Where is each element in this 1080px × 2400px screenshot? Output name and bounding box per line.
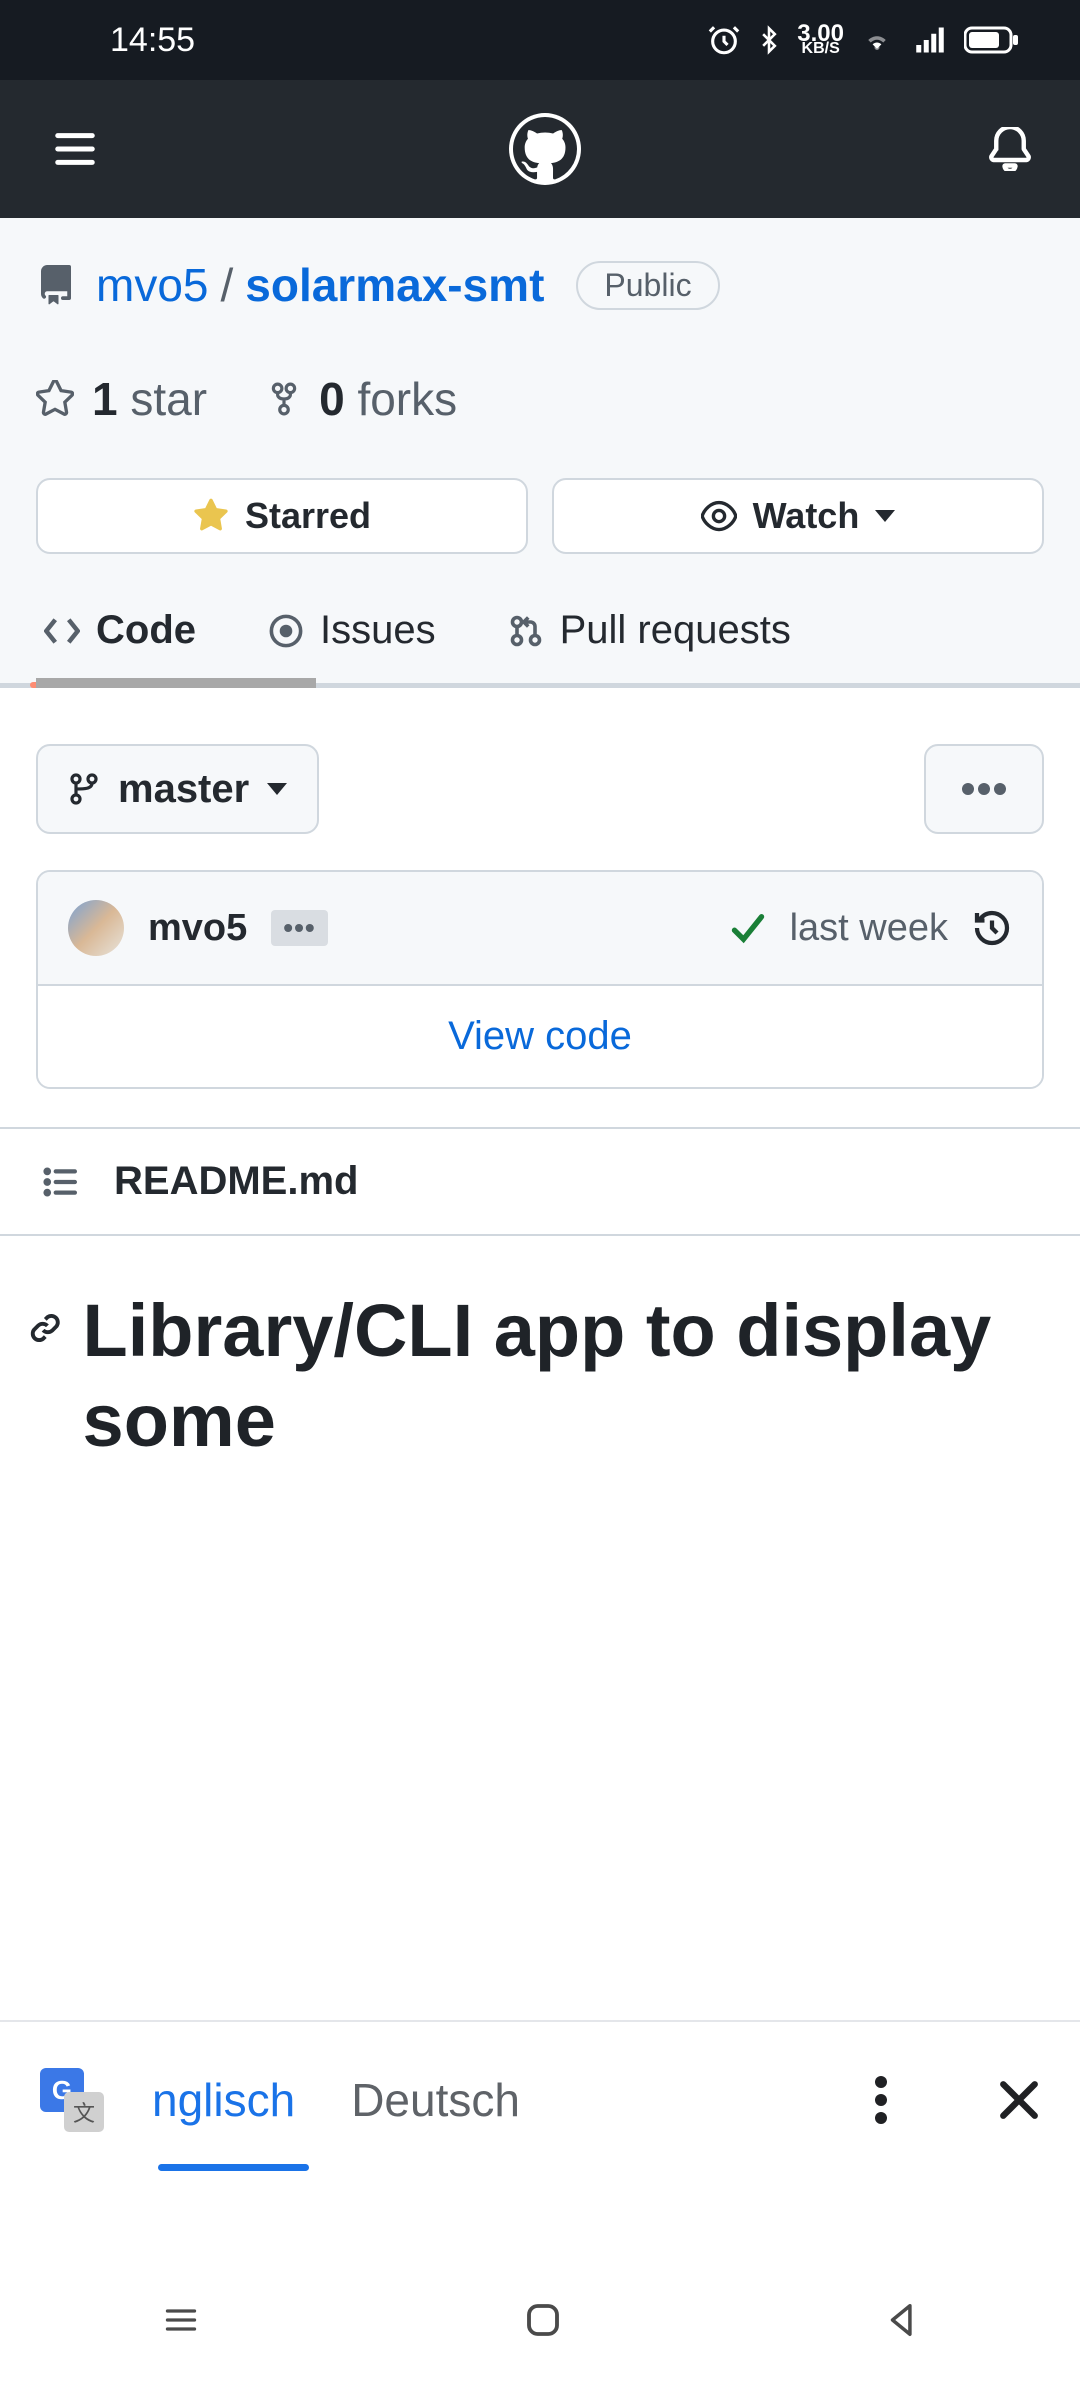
repo-name-link[interactable]: solarmax-smt: [245, 258, 544, 312]
android-recent-icon[interactable]: [159, 2302, 203, 2338]
translate-source-lang[interactable]: nglisch: [144, 2029, 303, 2171]
tab-issues[interactable]: Issues: [260, 598, 444, 663]
repo-title-row: mvo5 / solarmax-smt Public: [36, 258, 1044, 312]
fork-icon: [267, 380, 301, 418]
translate-target-lang[interactable]: Deutsch: [343, 2029, 528, 2171]
code-icon: [44, 613, 80, 649]
eye-icon: [701, 498, 737, 534]
star-outline-icon: [36, 380, 74, 418]
readme-filename: README.md: [114, 1159, 358, 1204]
translate-close-icon[interactable]: [998, 2079, 1040, 2121]
visibility-badge: Public: [576, 261, 719, 310]
branch-name: master: [118, 767, 249, 812]
check-icon[interactable]: [730, 910, 766, 946]
history-icon[interactable]: [972, 908, 1012, 948]
repo-icon: [36, 262, 76, 308]
avatar[interactable]: [68, 900, 124, 956]
code-area: master mvo5 ••• last week View code: [0, 688, 1080, 1089]
list-icon: [40, 1165, 80, 1199]
readme-header[interactable]: README.md: [0, 1127, 1080, 1236]
github-logo[interactable]: [509, 113, 581, 185]
github-app-header: [0, 80, 1080, 218]
google-translate-icon[interactable]: G 文: [40, 2068, 104, 2132]
wifi-icon: [858, 25, 896, 55]
repo-header: mvo5 / solarmax-smt Public 1 star 0 fork…: [0, 218, 1080, 688]
branch-icon: [68, 771, 100, 807]
translate-menu-icon[interactable]: [874, 2076, 888, 2124]
star-count[interactable]: 1 star: [36, 372, 207, 426]
starred-label: Starred: [245, 495, 371, 537]
readme-section: README.md Library/CLI app to display som…: [0, 1127, 1080, 1467]
repo-stats: 1 star 0 forks: [36, 372, 1044, 426]
commit-message-expand[interactable]: •••: [271, 910, 327, 946]
latest-commit-box: mvo5 ••• last week View code: [36, 870, 1044, 1089]
repo-action-buttons: Starred Watch: [36, 478, 1044, 554]
branch-selector[interactable]: master: [36, 744, 319, 834]
menu-icon[interactable]: [48, 126, 102, 172]
caret-down-icon: [267, 782, 287, 796]
latest-commit-row[interactable]: mvo5 ••• last week: [38, 872, 1042, 984]
star-filled-icon: [193, 498, 229, 534]
repo-owner-link[interactable]: mvo5: [96, 258, 208, 312]
pr-icon: [508, 613, 544, 649]
android-nav-bar: [0, 2240, 1080, 2400]
chrome-translate-bar: G 文 nglisch Deutsch: [0, 2020, 1080, 2178]
status-tray: 3.00 KB/S: [707, 23, 1020, 57]
commit-time: last week: [790, 907, 948, 950]
link-icon[interactable]: [28, 1308, 63, 1348]
repo-more-button[interactable]: [924, 744, 1044, 834]
kebab-horizontal-icon: [962, 783, 1006, 795]
network-speed: 3.00 KB/S: [797, 24, 844, 56]
android-back-icon[interactable]: [883, 2299, 921, 2341]
tab-pull-requests[interactable]: Pull requests: [500, 598, 799, 663]
battery-icon: [964, 25, 1020, 55]
view-code-link[interactable]: View code: [38, 984, 1042, 1087]
android-status-bar: 14:55 3.00 KB/S: [0, 0, 1080, 80]
horizontal-scroll-indicator: [36, 678, 316, 688]
status-time: 14:55: [110, 21, 195, 60]
watch-button[interactable]: Watch: [552, 478, 1044, 554]
caret-down-icon: [875, 509, 895, 523]
starred-button[interactable]: Starred: [36, 478, 528, 554]
bluetooth-icon: [755, 23, 783, 57]
readme-body: Library/CLI app to display some: [0, 1236, 1080, 1467]
tab-code[interactable]: Code: [36, 598, 204, 663]
notifications-icon[interactable]: [988, 127, 1032, 171]
signal-icon: [910, 25, 950, 55]
issues-icon: [268, 613, 304, 649]
watch-label: Watch: [753, 495, 860, 537]
readme-heading: Library/CLI app to display some: [83, 1286, 1052, 1467]
repo-slash: /: [220, 258, 233, 312]
repo-tabs: Code Issues Pull requests: [36, 598, 1044, 683]
fork-count[interactable]: 0 forks: [267, 372, 457, 426]
commit-author[interactable]: mvo5: [148, 907, 247, 950]
alarm-icon: [707, 23, 741, 57]
android-home-icon[interactable]: [522, 2299, 564, 2341]
